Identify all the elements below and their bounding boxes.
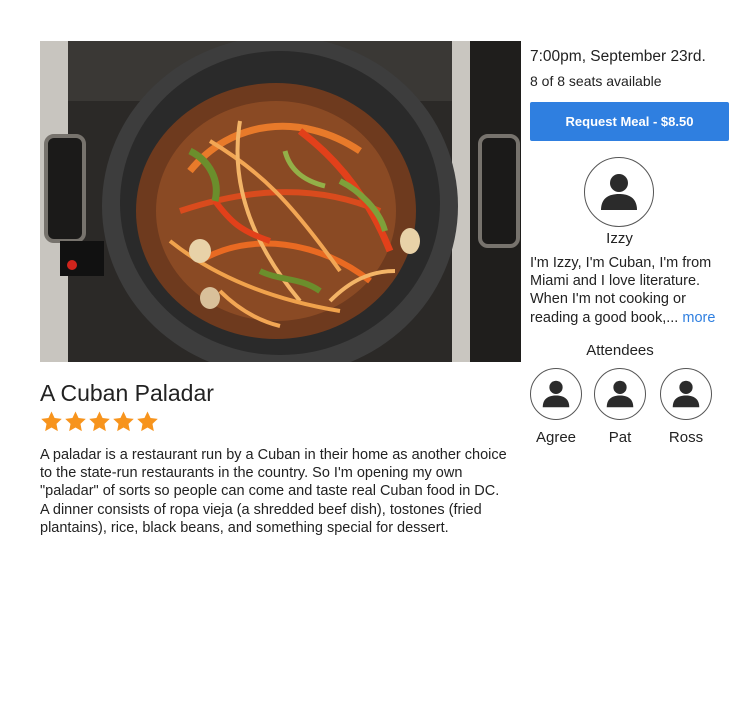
request-meal-button[interactable]: Request Meal - $8.50 (530, 102, 729, 141)
rating-stars (40, 410, 159, 433)
attendee-item[interactable]: Agree (530, 368, 582, 446)
user-icon (606, 380, 634, 408)
star-icon (113, 411, 134, 432)
seats-available: 8 of 8 seats available (530, 73, 662, 89)
host-avatar[interactable] (584, 157, 654, 227)
more-link[interactable]: more (682, 310, 715, 326)
attendees-heading: Attendees (586, 342, 654, 359)
attendee-name: Ross (668, 429, 704, 446)
event-time: 7:00pm, September 23rd. (530, 48, 706, 65)
star-icon (137, 411, 158, 432)
meal-photo (40, 41, 521, 362)
star-icon (89, 411, 110, 432)
meal-description: A paladar is a restaurant run by a Cuban… (40, 447, 507, 536)
host-name: Izzy (606, 230, 633, 247)
meal-title: A Cuban Paladar (40, 380, 214, 406)
star-icon (65, 411, 86, 432)
host-bio: I'm Izzy, I'm Cuban, I'm from Miami and … (530, 254, 729, 327)
user-icon (672, 380, 700, 408)
attendee-avatar[interactable] (594, 368, 646, 420)
star-icon (41, 411, 62, 432)
attendee-avatar[interactable] (660, 368, 712, 420)
attendee-item[interactable]: Ross (660, 368, 712, 446)
attendee-item[interactable]: Pat (594, 368, 646, 446)
attendee-avatar[interactable] (530, 368, 582, 420)
user-icon (542, 380, 570, 408)
user-icon (601, 174, 637, 210)
